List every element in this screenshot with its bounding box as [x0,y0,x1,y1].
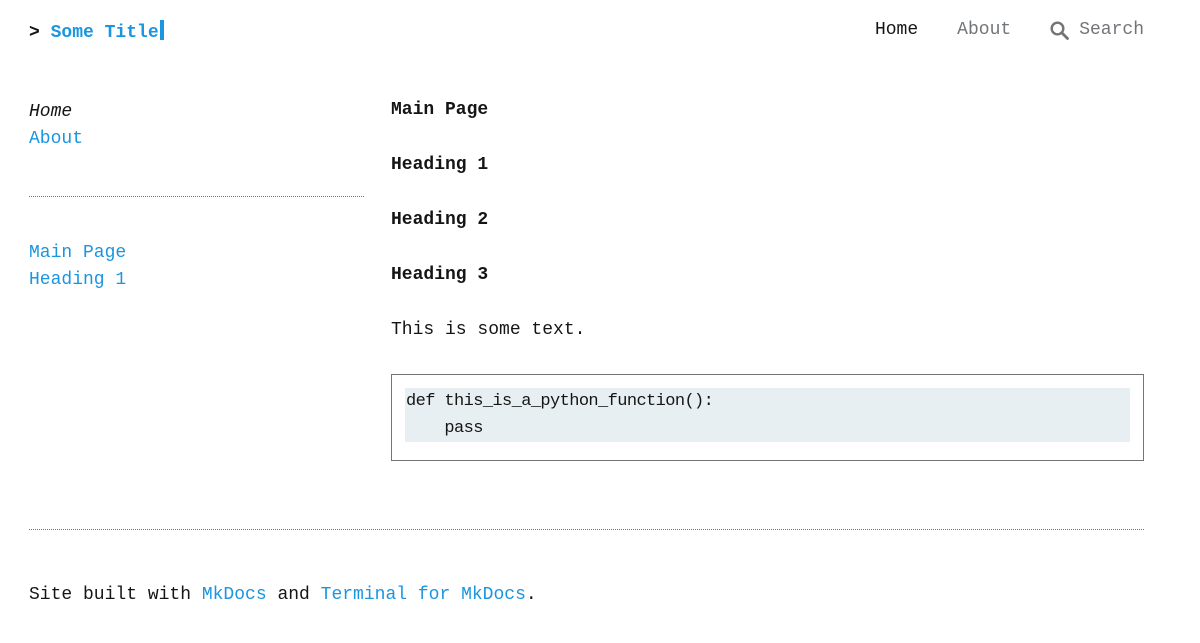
heading-1: Heading 1 [391,155,489,175]
footer-suffix: . [525,585,537,605]
main-content: Main Page Heading 1 Heading 2 Heading 3 … [391,99,1144,461]
top-nav: Home About Search [836,20,1144,40]
sidebar: Home About Main Page Heading 1 [29,99,364,294]
footer-middle: and [266,585,321,605]
body-text: This is some text. [391,320,586,340]
site-header: > Some Title Home About Search [29,18,1144,48]
heading-2: Heading 2 [391,210,489,230]
footer-divider [29,529,1144,530]
code-content: def this_is_a_python_function(): pass [405,388,1130,442]
sidebar-item-home: Home [29,102,73,122]
terminal-for-mkdocs-link[interactable]: Terminal for MkDocs [321,585,526,605]
site-title: Some Title [50,23,159,43]
topnav-about[interactable]: About [957,20,1011,40]
search-label: Search [1079,20,1144,40]
heading-3: Heading 3 [391,265,489,285]
sidebar-item-about[interactable]: About [29,126,364,153]
search-button[interactable]: Search [1050,20,1144,40]
search-icon [1050,20,1070,40]
prompt-symbol: > [29,23,40,43]
toc-item-heading-1[interactable]: Heading 1 [29,267,364,294]
cursor-icon [159,20,164,40]
footer: Site built with MkDocs and Terminal for … [29,584,537,606]
site-title-link[interactable]: > Some Title [29,20,164,43]
sidebar-divider [29,196,364,197]
footer-prefix: Site built with [29,585,202,605]
page-title: Main Page [391,100,489,120]
toc-item-main-page[interactable]: Main Page [29,240,364,267]
topnav-home[interactable]: Home [875,20,918,40]
mkdocs-link[interactable]: MkDocs [202,585,267,605]
code-block: def this_is_a_python_function(): pass [391,374,1144,461]
